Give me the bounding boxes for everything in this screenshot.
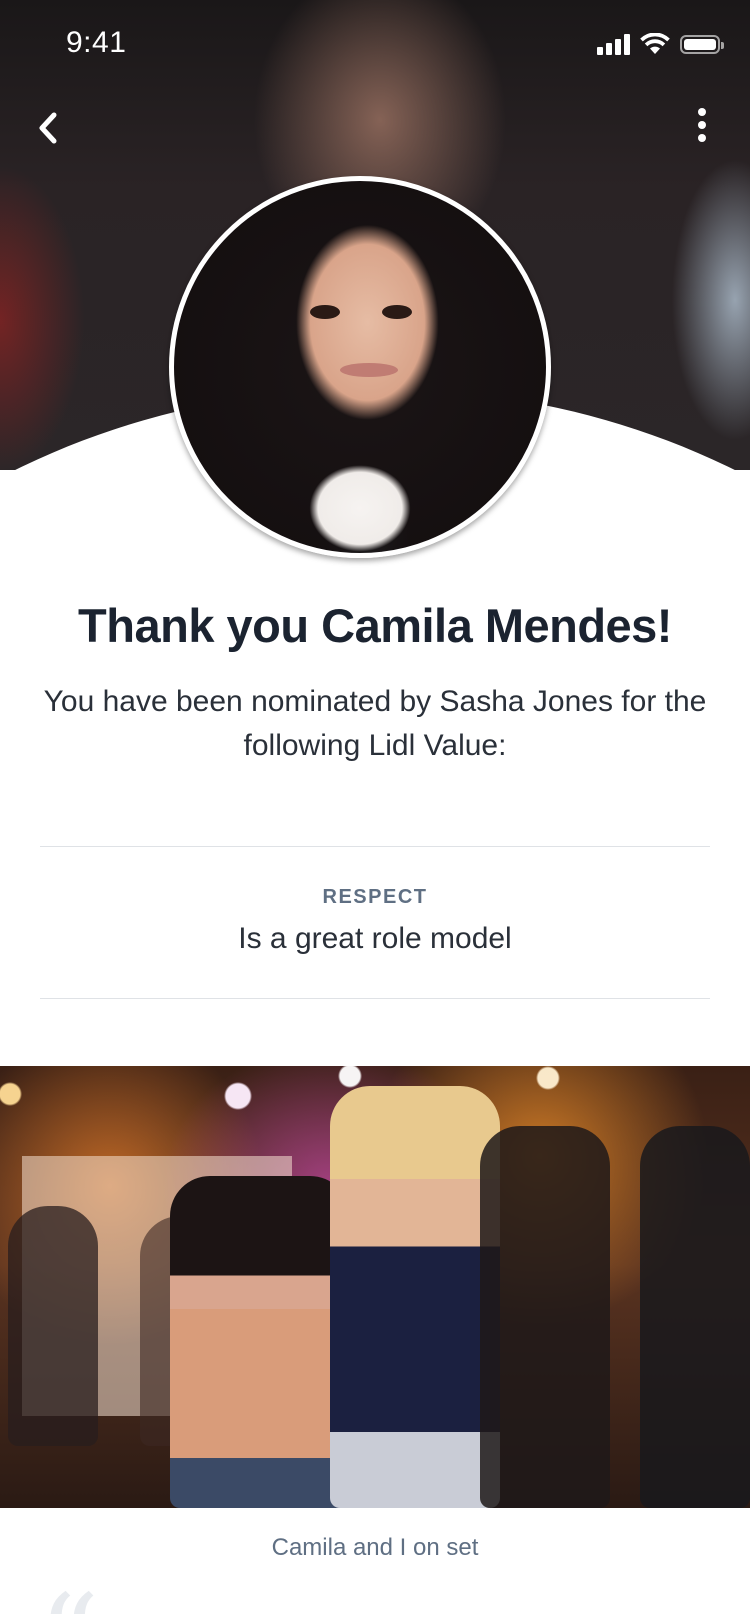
avatar-eye [382, 305, 412, 319]
status-bar: 9:41 [0, 0, 750, 88]
cellular-signal-icon [597, 33, 630, 55]
more-vertical-icon [698, 108, 706, 116]
photo-figure [330, 1086, 500, 1508]
avatar-eye [310, 305, 340, 319]
more-dot [698, 121, 706, 129]
avatar-lips [340, 363, 398, 377]
status-time: 9:41 [66, 26, 127, 59]
photo-figure [8, 1206, 98, 1446]
more-options-button[interactable] [680, 100, 724, 150]
value-label: RESPECT [322, 886, 428, 908]
divider-bottom [40, 998, 710, 999]
nomination-photo[interactable] [0, 1066, 750, 1508]
avatar [169, 176, 551, 558]
status-icons [597, 30, 724, 58]
photo-caption: Camila and I on set [271, 1534, 479, 1561]
wifi-icon [640, 33, 670, 54]
more-dot [698, 134, 706, 142]
value-text: Is a great role model [238, 922, 512, 955]
chevron-left-icon [39, 112, 57, 144]
photo-figure [170, 1176, 350, 1508]
battery-icon [680, 34, 724, 54]
back-button[interactable] [26, 106, 70, 150]
quote-mark-icon: “ [38, 1580, 99, 1614]
divider-top [40, 846, 710, 847]
nomination-subtitle: You have been nominated by Sasha Jones f… [43, 685, 707, 762]
photo-figure [480, 1126, 610, 1508]
photo-figure [640, 1126, 750, 1508]
page-title: Thank you Camila Mendes! [78, 599, 672, 652]
